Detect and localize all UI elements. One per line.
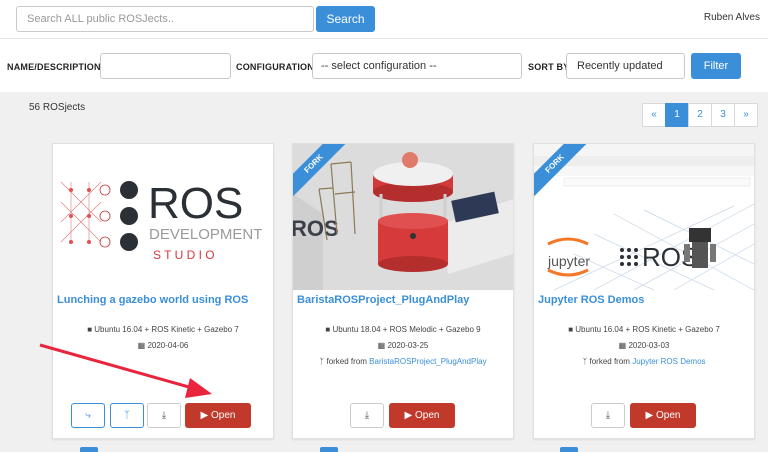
next-row-card-edge <box>80 447 98 452</box>
annotation-arrow <box>39 343 212 398</box>
next-row-card-edge <box>560 447 578 452</box>
next-row-card-edge <box>320 447 338 452</box>
